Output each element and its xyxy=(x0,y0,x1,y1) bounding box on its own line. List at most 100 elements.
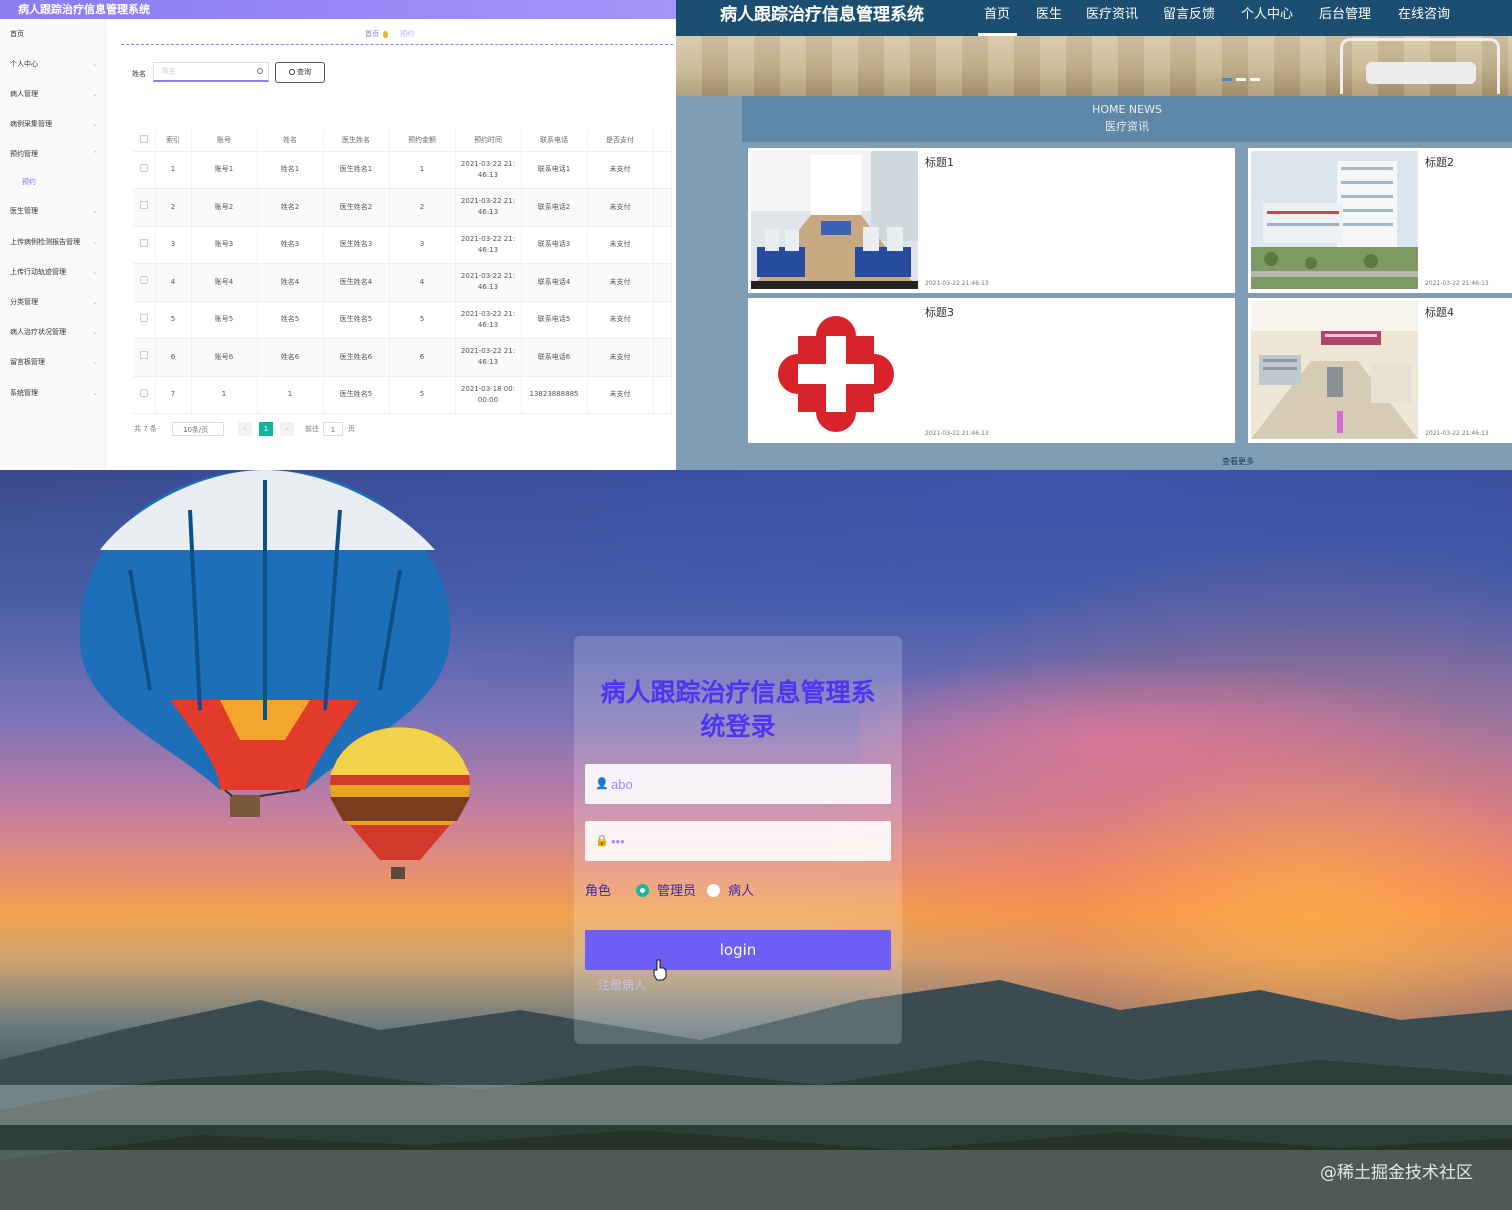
news-card-date: 2021-03-22 21:46:13 xyxy=(925,280,989,287)
checkbox[interactable] xyxy=(139,276,148,285)
nav-personal-center[interactable]: 个人中心 xyxy=(1241,0,1293,30)
cell-time-date: 2021-03-18 00: xyxy=(460,384,516,393)
password-input[interactable] xyxy=(611,829,881,853)
nav-admin[interactable]: 后台管理 xyxy=(1319,0,1371,30)
cell-time-clock: 46:13 xyxy=(477,170,499,179)
chevron-down-icon: ⌄ xyxy=(92,120,98,128)
row-checkbox-cell[interactable] xyxy=(133,338,156,377)
news-card-1[interactable]: 标题1 2021-03-22 21:46:13 xyxy=(748,148,1235,293)
waiting-room-image xyxy=(751,151,918,289)
sidebar-item-doctor-mgmt[interactable]: 医生管理 ⌄ xyxy=(10,204,98,218)
sidebar-item-system-mgmt[interactable]: 系统管理 ⌄ xyxy=(10,386,98,400)
cell-doctor-name: 医生姓名6 xyxy=(323,338,390,377)
cell-extra xyxy=(653,338,672,377)
table-row: 1 账号1 姓名1 医生姓名1 1 2021-03-22 21: 46:13 联系电话1 未支付 xyxy=(133,151,672,189)
news-card-4[interactable]: 标题4 2021-03-22 21:46:13 xyxy=(1248,298,1512,443)
checkbox[interactable] xyxy=(139,134,148,143)
admin-sidebar: 首页 个人中心 ⌄ 病人管理 ⌄ 病例采集管理 ⌄ 预约管理 ⌃ 预约 医生管理 ⌄ 上传… xyxy=(0,19,106,470)
news-card-2[interactable]: 标题2 2021-03-22 21:46:13 xyxy=(1248,148,1512,293)
row-checkbox-cell[interactable] xyxy=(133,376,156,414)
role-selector: 角色 管理员 病人 xyxy=(585,883,891,903)
login-button[interactable]: login xyxy=(585,930,891,970)
page-1-button[interactable]: 1 xyxy=(259,422,273,436)
sidebar-item-label: 个人中心 xyxy=(10,60,38,68)
goto-page-input[interactable]: 1 xyxy=(323,422,343,436)
password-field[interactable]: 🔒 xyxy=(585,821,891,861)
row-checkbox-cell[interactable] xyxy=(133,301,156,339)
checkbox[interactable] xyxy=(139,238,148,247)
nav-doctor[interactable]: 医生 xyxy=(1036,0,1062,30)
query-button[interactable]: 查询 xyxy=(275,62,325,83)
nav-home[interactable]: 首页 xyxy=(984,0,1010,30)
username-field[interactable]: 👤 xyxy=(585,764,891,804)
carousel-dot-1[interactable] xyxy=(1222,78,1232,81)
view-more-link[interactable]: 查看更多 xyxy=(1222,456,1254,467)
cell-time-clock: 46:13 xyxy=(477,245,499,254)
role-radio-admin[interactable] xyxy=(636,884,649,897)
role-label-admin[interactable]: 管理员 xyxy=(657,884,696,900)
prev-page-button[interactable]: ‹ xyxy=(238,422,252,436)
sidebar-item-personal-center[interactable]: 个人中心 ⌄ xyxy=(10,57,98,71)
sidebar-item-report-upload[interactable]: 上传病例检测报告管理 ⌄ xyxy=(10,235,98,249)
sidebar-item-case-collection[interactable]: 病例采集管理 ⌄ xyxy=(10,117,98,131)
row-checkbox-cell[interactable] xyxy=(133,263,156,302)
breadcrumb: 首页 预约 xyxy=(365,29,414,39)
nav-online-consult[interactable]: 在线咨询 xyxy=(1398,0,1450,30)
cell-amount: 5 xyxy=(389,301,456,339)
nav-medical-news[interactable]: 医疗资讯 xyxy=(1086,0,1138,30)
checkbox[interactable] xyxy=(139,201,148,210)
cell-time: 2021-03-22 21: 46:13 xyxy=(455,338,522,377)
sidebar-item-category-mgmt[interactable]: 分类管理 ⌄ xyxy=(10,295,98,309)
hand-cursor-icon xyxy=(653,959,667,981)
next-page-button[interactable]: › xyxy=(280,422,294,436)
cell-time-date: 2021-03-22 21: xyxy=(460,234,516,243)
news-card-3[interactable]: 标题3 2021-03-22 21:46:13 xyxy=(748,298,1235,443)
row-checkbox-cell[interactable] xyxy=(133,188,156,227)
sidebar-item-message-board[interactable]: 留言板管理 ⌄ xyxy=(10,355,98,369)
sidebar-subitem-appointment[interactable]: 预约 xyxy=(22,175,110,189)
sidebar-item-treatment-status[interactable]: 病人治疗状况管理 ⌄ xyxy=(10,325,98,339)
sidebar-item-appointment-mgmt[interactable]: 预约管理 ⌃ xyxy=(10,147,98,161)
search-placeholder: 姓名 xyxy=(162,67,176,75)
row-checkbox-cell[interactable] xyxy=(133,151,156,189)
sidebar-item-home[interactable]: 首页 xyxy=(10,27,98,41)
carousel-dot-2[interactable] xyxy=(1236,78,1246,81)
username-input[interactable] xyxy=(611,772,881,796)
hero-banner[interactable] xyxy=(676,36,1512,96)
sidebar-item-label: 上传病例检测报告管理 xyxy=(10,238,80,246)
cell-phone: 联系电话6 xyxy=(521,338,588,377)
checkbox[interactable] xyxy=(139,163,148,172)
cell-time-date: 2021-03-22 21: xyxy=(460,159,516,168)
search-input[interactable]: 姓名 xyxy=(153,62,269,82)
nav-feedback[interactable]: 留言反馈 xyxy=(1163,0,1215,30)
cell-extra xyxy=(653,226,672,264)
front-panel: 病人跟踪治疗信息管理系统 首页 医生 医疗资讯 留言反馈 个人中心 后台管理 在… xyxy=(676,0,1512,470)
register-patient-link[interactable]: 注册病人 xyxy=(598,976,646,993)
header-paid: 是否支付 xyxy=(587,129,654,152)
row-checkbox-cell[interactable] xyxy=(133,226,156,264)
role-label: 角色 xyxy=(585,884,612,899)
cell-amount: 6 xyxy=(389,338,456,377)
cell-amount: 2 xyxy=(389,188,456,227)
checkbox[interactable] xyxy=(139,351,148,360)
cell-time-date: 2021-03-22 21: xyxy=(460,309,516,318)
table-row: 4 账号4 姓名4 医生姓名4 4 2021-03-22 21: 46:13 联系电话4 未支付 xyxy=(133,263,672,302)
cell-doctor-name: 医生姓名1 xyxy=(323,151,390,189)
checkbox[interactable] xyxy=(139,313,148,322)
news-heading: HOME NEWS 医疗资讯 xyxy=(742,96,1512,142)
cell-time-clock: 46:13 xyxy=(477,320,499,329)
page-size-select[interactable]: 10条/页 ⌄ xyxy=(172,422,224,436)
cell-index: 6 xyxy=(155,338,192,377)
header-checkbox[interactable] xyxy=(133,129,156,152)
role-radio-patient[interactable] xyxy=(707,884,720,897)
site-logo[interactable]: 病人跟踪治疗信息管理系统 xyxy=(720,0,924,30)
cell-time-clock: 46:13 xyxy=(477,283,499,292)
carousel-dot-3[interactable] xyxy=(1250,78,1260,81)
news-heading-en: HOME NEWS xyxy=(1092,103,1162,116)
role-label-patient[interactable]: 病人 xyxy=(728,884,754,900)
sidebar-item-patient-mgmt[interactable]: 病人管理 ⌄ xyxy=(10,87,98,101)
cell-index: 7 xyxy=(155,376,192,414)
sidebar-item-track-upload[interactable]: 上传行动轨迹管理 ⌄ xyxy=(10,265,98,279)
checkbox[interactable] xyxy=(139,388,148,397)
breadcrumb-home[interactable]: 首页 xyxy=(365,30,379,38)
